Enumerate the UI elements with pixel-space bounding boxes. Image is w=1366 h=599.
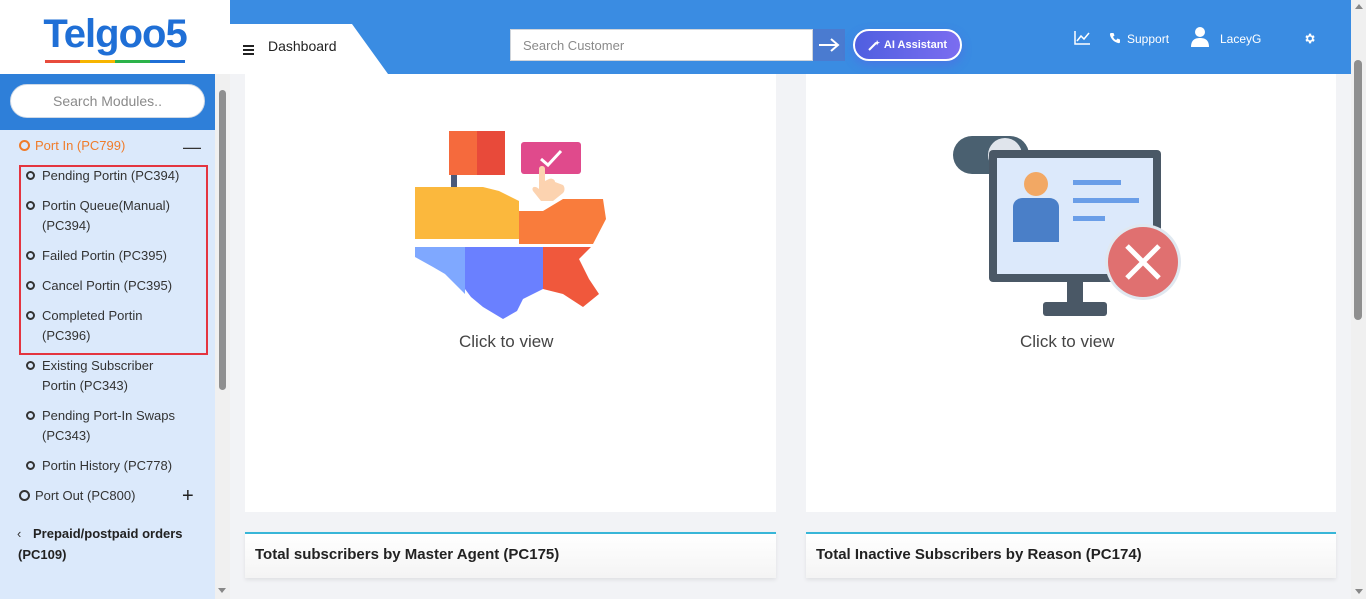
click-to-view-link[interactable]: Click to view xyxy=(459,332,553,352)
support-link[interactable]: Support xyxy=(1127,32,1169,46)
map-flag-icon xyxy=(415,131,606,319)
ai-assistant-label: AI Assistant xyxy=(883,39,948,51)
customer-search-input[interactable] xyxy=(510,29,813,61)
circle-icon xyxy=(26,281,35,290)
sidebar-item-pending-swaps[interactable]: Pending Port-In Swaps xyxy=(42,406,175,426)
sidebar-item-failed-portin[interactable]: Failed Portin (PC395) xyxy=(42,246,167,266)
click-to-view-link[interactable]: Click to view xyxy=(1020,332,1114,352)
circle-icon xyxy=(26,171,35,180)
circle-icon xyxy=(19,140,30,151)
logo-text: Telgoo5 xyxy=(43,11,187,56)
sidebar-group-port-in[interactable]: Port In (PC799) xyxy=(35,136,125,156)
circle-icon xyxy=(26,311,35,320)
circle-icon xyxy=(26,461,35,470)
phone-icon xyxy=(1109,33,1120,44)
inactive-subscriber-card[interactable]: Click to view xyxy=(806,74,1336,512)
sidebar-group-prepaid[interactable]: Prepaid/postpaid orders xyxy=(33,524,183,544)
panel-title: Total Inactive Subscribers by Reason (PC… xyxy=(816,546,1142,563)
circle-icon xyxy=(26,411,35,420)
search-submit-button[interactable] xyxy=(813,29,845,61)
logo-area: Telgoo5 xyxy=(0,0,230,74)
sidebar-item-pending-swaps-code[interactable]: (PC343) xyxy=(42,426,90,446)
page-scroll-down-icon[interactable] xyxy=(1355,589,1363,594)
sidebar-item-portin-queue[interactable]: Portin Queue(Manual) xyxy=(42,196,170,216)
inactive-user-monitor-icon xyxy=(953,136,1181,316)
collapse-icon[interactable]: — xyxy=(183,137,201,158)
sidebar-item-portin-history[interactable]: Portin History (PC778) xyxy=(42,456,172,476)
user-icon[interactable] xyxy=(1190,26,1210,48)
circle-icon xyxy=(19,490,30,501)
magic-wand-icon xyxy=(868,40,880,51)
circle-icon xyxy=(26,251,35,260)
tab-dashboard-label[interactable]: Dashboard xyxy=(268,38,337,54)
gear-icon[interactable] xyxy=(1303,32,1316,45)
sidebar-item-portin-queue-code[interactable]: (PC394) xyxy=(42,216,90,236)
circle-icon xyxy=(26,201,35,210)
circle-icon xyxy=(26,361,35,370)
module-search-input[interactable] xyxy=(10,84,205,118)
sidebar-group-prepaid-code[interactable]: (PC109) xyxy=(18,545,66,565)
sidebar-item-completed-portin-code[interactable]: (PC396) xyxy=(42,326,90,346)
page-scroll-up-icon[interactable] xyxy=(1355,4,1363,9)
page-scroll-thumb[interactable] xyxy=(1354,60,1362,320)
portin-map-card[interactable]: Click to view xyxy=(245,74,776,512)
user-name[interactable]: LaceyG xyxy=(1220,32,1261,46)
panel-master-agent[interactable]: Total subscribers by Master Agent (PC175… xyxy=(245,532,776,578)
panel-title: Total subscribers by Master Agent (PC175… xyxy=(255,546,560,563)
sidebar-scroll-down-icon[interactable] xyxy=(218,588,226,593)
hamburger-icon[interactable] xyxy=(243,45,254,57)
sidebar-item-pending-portin[interactable]: Pending Portin (PC394) xyxy=(42,166,179,186)
sidebar-item-completed-portin[interactable]: Completed Portin xyxy=(42,306,142,326)
expand-icon[interactable]: + xyxy=(182,485,194,508)
sidebar-item-cancel-portin[interactable]: Cancel Portin (PC395) xyxy=(42,276,172,296)
sidebar-scroll-thumb[interactable] xyxy=(219,90,226,390)
chevron-left-icon: ‹ xyxy=(17,526,22,541)
sidebar-item-existing-subscriber[interactable]: Existing Subscriber xyxy=(42,356,153,376)
logo[interactable]: Telgoo5 xyxy=(43,11,188,63)
logo-underline xyxy=(45,59,185,63)
chart-line-icon[interactable] xyxy=(1074,31,1091,45)
arrow-right-icon xyxy=(819,38,840,52)
sidebar-item-existing-subscriber-code[interactable]: Portin (PC343) xyxy=(42,376,128,396)
ai-assistant-button[interactable]: AI Assistant xyxy=(853,29,962,61)
panel-inactive-reason[interactable]: Total Inactive Subscribers by Reason (PC… xyxy=(806,532,1336,578)
sidebar-group-port-out[interactable]: Port Out (PC800) xyxy=(35,486,135,506)
